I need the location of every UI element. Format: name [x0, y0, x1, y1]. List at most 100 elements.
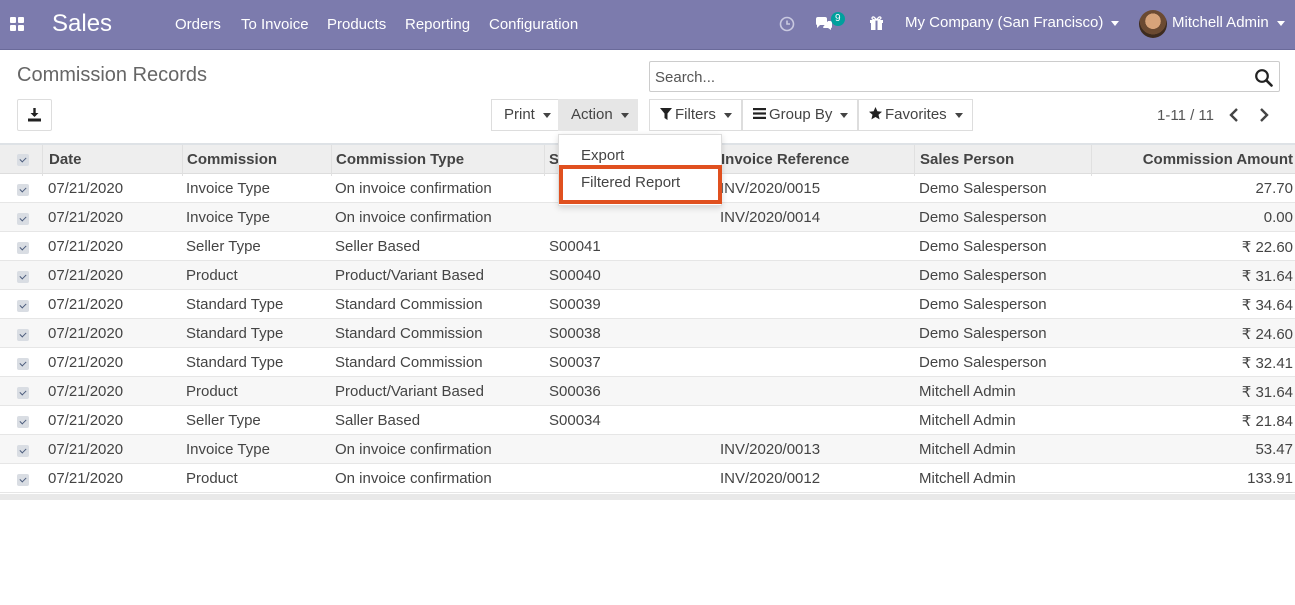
cell-commission: Seller Type [186, 238, 261, 255]
menu-configuration[interactable]: Configuration [489, 16, 578, 33]
cell-sales-person: Mitchell Admin [919, 470, 1016, 487]
menu-item-filtered-report[interactable]: Filtered Report [581, 174, 680, 191]
row-checkbox[interactable] [17, 271, 29, 283]
pager-next-icon[interactable] [1256, 106, 1272, 124]
pager-previous-icon[interactable] [1226, 106, 1242, 124]
row-checkbox[interactable] [17, 416, 29, 428]
cell-commission-type: On invoice confirmation [335, 441, 492, 458]
row-checkbox[interactable] [17, 213, 29, 225]
action-dropdown-menu: Export Filtered Report [558, 134, 722, 206]
row-checkbox[interactable] [17, 387, 29, 399]
favorites-button[interactable]: Favorites [858, 99, 973, 131]
column-divider [331, 145, 332, 176]
table-row[interactable]: 07/21/2020 Standard Type Standard Commissi… [0, 319, 1295, 348]
column-header-date[interactable]: Date [49, 151, 82, 168]
cell-date: 07/21/2020 [48, 238, 124, 255]
company-switcher[interactable]: My Company (San Francisco) [905, 14, 1120, 31]
cell-commission-amount: ₹ 22.60 [1241, 239, 1293, 256]
cell-date: 07/21/2020 [48, 209, 124, 226]
menu-to-invoice[interactable]: To Invoice [241, 16, 309, 33]
select-all-checkbox[interactable] [17, 154, 29, 166]
user-name: Mitchell Admin [1172, 14, 1269, 31]
apps-menu-icon[interactable] [10, 17, 24, 31]
favorites-label: Favorites [885, 106, 947, 123]
cell-commission-amount: ₹ 32.41 [1241, 355, 1293, 372]
table-row[interactable]: 07/21/2020 Product Product/Variant Based S0… [0, 261, 1295, 290]
cell-date: 07/21/2020 [48, 354, 124, 371]
cell-sales-person: Demo Salesperson [919, 267, 1047, 284]
cell-commission-type: Seller Based [335, 238, 421, 255]
search-icon[interactable] [1254, 68, 1274, 88]
table-row[interactable]: 07/21/2020 Seller Type Seller Based S00041 D… [0, 232, 1295, 261]
table-row[interactable]: 07/21/2020 Product On invoice confirmation… [0, 464, 1295, 493]
table-row[interactable]: 07/21/2020 Product Product/Variant Based S0… [0, 377, 1295, 406]
cell-sales-person: Demo Salesperson [919, 296, 1047, 313]
search-box [649, 61, 1280, 92]
cell-date: 07/21/2020 [48, 470, 124, 487]
menu-reporting[interactable]: Reporting [405, 16, 470, 33]
menu-item-export[interactable]: Export [581, 147, 624, 164]
group-by-button[interactable]: Group By [742, 99, 858, 131]
cell-sale-order: S00040 [549, 267, 601, 284]
messages-count-badge: 9 [831, 12, 845, 26]
cell-commission: Standard Type [186, 325, 284, 342]
cell-commission-amount: 53.47 [1255, 441, 1293, 458]
pager-value[interactable]: 1-11 / 11 [1157, 107, 1214, 124]
row-checkbox[interactable] [17, 358, 29, 370]
column-header-commission[interactable]: Commission [187, 151, 277, 168]
activity-clock-icon[interactable] [779, 16, 795, 32]
cell-commission: Product [186, 383, 238, 400]
cell-commission-type: On invoice confirmation [335, 180, 492, 197]
download-button[interactable] [17, 99, 52, 131]
cell-commission-amount: ₹ 31.64 [1241, 268, 1293, 285]
cell-commission-amount: ₹ 34.64 [1241, 297, 1293, 314]
cell-commission-type: Standard Commission [335, 325, 483, 342]
cell-commission-amount: 133.91 [1247, 470, 1293, 487]
column-header-commission-type[interactable]: Commission Type [336, 151, 464, 168]
gift-icon[interactable] [869, 15, 884, 31]
column-divider [544, 145, 545, 176]
row-checkbox[interactable] [17, 300, 29, 312]
list-bars-icon [753, 108, 766, 119]
row-checkbox[interactable] [17, 329, 29, 341]
menu-orders[interactable]: Orders [175, 16, 221, 33]
cell-commission: Product [186, 470, 238, 487]
page-title: Commission Records [17, 64, 208, 86]
column-header-commission-amount[interactable]: Commission Amount [1143, 151, 1293, 168]
table-row[interactable]: 07/21/2020 Seller Type Saller Based S00034 M… [0, 406, 1295, 435]
user-menu[interactable]: Mitchell Admin [1172, 14, 1285, 31]
action-button[interactable]: Action [558, 99, 638, 131]
cell-commission-amount: 0.00 [1263, 209, 1293, 226]
cell-commission-amount: ₹ 31.64 [1241, 384, 1293, 401]
cell-date: 07/21/2020 [48, 325, 124, 342]
menu-products[interactable]: Products [327, 16, 386, 33]
row-checkbox[interactable] [17, 184, 29, 196]
print-button[interactable]: Print [491, 99, 559, 131]
row-checkbox[interactable] [17, 445, 29, 457]
row-checkbox[interactable] [17, 242, 29, 254]
cell-sales-person: Mitchell Admin [919, 441, 1016, 458]
cell-commission-type: On invoice confirmation [335, 470, 492, 487]
filters-button[interactable]: Filters [649, 99, 742, 131]
table-row[interactable]: 07/21/2020 Standard Type Standard Commissi… [0, 348, 1295, 377]
app-name[interactable]: Sales [52, 10, 112, 38]
cell-invoice-reference: INV/2020/0013 [720, 441, 821, 458]
column-divider [42, 145, 43, 176]
table-row[interactable]: 07/21/2020 Invoice Type On invoice confirm… [0, 203, 1295, 232]
cell-commission: Invoice Type [186, 209, 270, 226]
cell-commission: Product [186, 267, 238, 284]
row-checkbox[interactable] [17, 474, 29, 486]
cell-sales-person: Mitchell Admin [919, 412, 1016, 429]
column-header-sales-person[interactable]: Sales Person [920, 151, 1014, 168]
user-avatar[interactable] [1139, 10, 1167, 38]
cell-commission: Invoice Type [186, 180, 270, 197]
column-divider [182, 145, 183, 176]
search-input[interactable] [655, 67, 1245, 87]
column-header-invoice-reference[interactable]: Invoice Reference [721, 151, 849, 168]
table-row[interactable]: 07/21/2020 Invoice Type On invoice confirm… [0, 435, 1295, 464]
filter-icon [660, 108, 672, 120]
cell-sale-order: S00038 [549, 325, 601, 342]
table-row[interactable]: 07/21/2020 Standard Type Standard Commissi… [0, 290, 1295, 319]
chevron-down-icon [620, 112, 629, 118]
chevron-down-icon [954, 112, 963, 118]
